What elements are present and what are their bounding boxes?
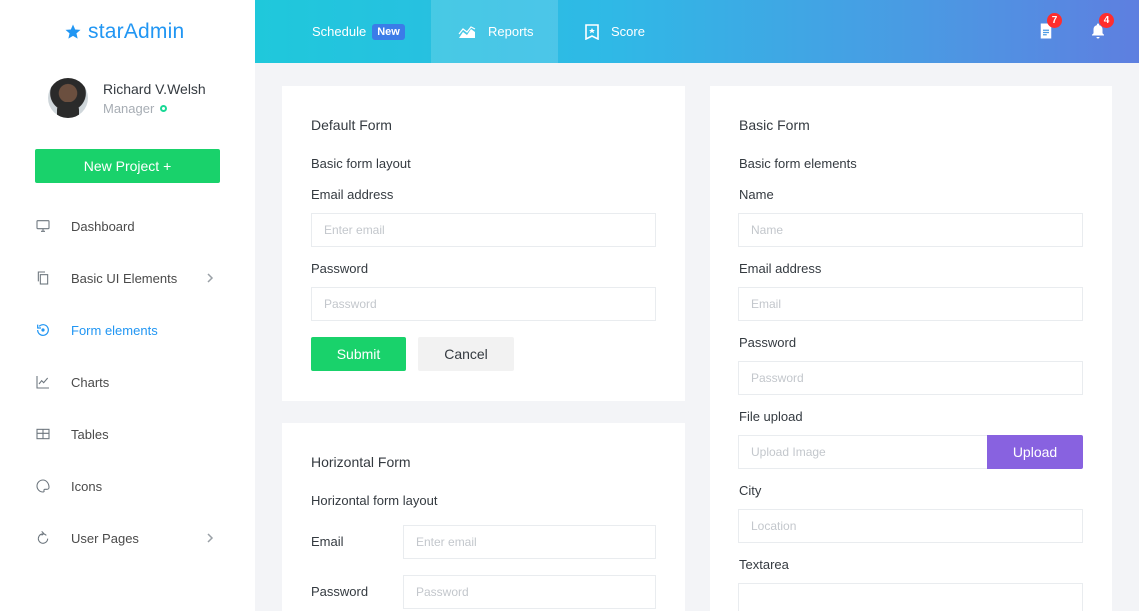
card-title: Horizontal Form [311,454,411,470]
sidebar-item-label: Basic UI Elements [71,270,178,286]
refresh-icon [35,530,51,546]
tab-reports[interactable]: Reports [431,0,558,63]
sidebar-item-label: Icons [71,478,103,494]
tab-label: Score [611,24,645,39]
sidebar-item-icons[interactable]: Icons [0,460,255,512]
email-label: Email address [311,187,394,202]
sidebar-item-form-elements[interactable]: Form elements [0,304,255,356]
sidebar-item-tables[interactable]: Tables [0,408,255,460]
palette-icon [35,478,51,494]
table-icon [35,426,51,442]
bookmark-icon [585,23,599,40]
sidebar-item-label: User Pages [71,530,139,546]
notifications-count-badge: 4 [1099,13,1114,28]
profile-name: Richard V.Welsh [103,80,206,97]
brand-logo[interactable]: starAdmin [64,20,184,44]
password-input[interactable] [738,361,1083,395]
sidebar-item-basic-ui[interactable]: Basic UI Elements [0,252,255,304]
tab-label: Reports [488,24,534,39]
tab-label: Schedule [312,24,367,39]
card-description: Basic form layout [311,156,411,171]
textarea-input[interactable] [738,583,1083,611]
card-title: Basic Form [739,117,810,133]
password-label: Password [739,335,797,350]
user-profile[interactable]: Richard V.Welsh Manager [48,78,206,118]
sidebar-nav: Dashboard Basic UI Elements Form element… [0,200,255,564]
name-input[interactable] [738,213,1083,247]
tab-schedule[interactable]: Schedule New [255,0,431,63]
email-input[interactable] [311,213,656,247]
messages-count-badge: 7 [1047,13,1062,28]
chevron-right-icon [207,533,214,543]
copy-icon [35,270,51,286]
file-upload-input[interactable] [738,435,988,469]
online-status-icon [160,104,168,112]
card-title: Default Form [311,117,392,133]
city-input[interactable] [738,509,1083,543]
notifications-button[interactable]: 4 [1089,13,1114,40]
messages-button[interactable]: 7 [1037,13,1062,40]
restore-icon [35,322,51,338]
cancel-button[interactable]: Cancel [418,337,514,371]
chart-area-icon [458,25,476,38]
city-label: City [739,483,762,498]
file-upload-label: File upload [739,409,803,424]
email-input[interactable] [403,525,656,559]
profile-role: Manager [103,101,206,116]
brand-name: starAdmin [88,20,185,43]
sidebar-item-label: Form elements [71,322,158,338]
default-form-card: Default Form Basic form layout Email add… [282,86,685,401]
email-input[interactable] [738,287,1083,321]
name-label: Name [739,187,774,202]
password-label: Password [311,584,369,599]
chart-line-icon [35,374,51,390]
basic-form-card: Basic Form Basic form elements Name Emai… [710,86,1112,611]
new-badge: New [372,23,405,40]
sidebar-item-charts[interactable]: Charts [0,356,255,408]
sidebar-item-label: Tables [71,426,109,442]
sidebar-item-label: Dashboard [71,218,135,234]
avatar [48,78,88,118]
monitor-icon [35,218,51,234]
sidebar: starAdmin Richard V.Welsh Manager New Pr… [0,0,255,611]
new-project-button[interactable]: New Project + [35,149,220,183]
chevron-right-icon [207,273,214,283]
star-icon [65,24,81,39]
card-description: Basic form elements [739,156,857,171]
upload-button[interactable]: Upload [987,435,1083,469]
sidebar-item-dashboard[interactable]: Dashboard [0,200,255,252]
card-description: Horizontal form layout [311,493,438,508]
submit-button[interactable]: Submit [311,337,406,371]
email-label: Email [311,534,344,549]
password-label: Password [311,261,369,276]
textarea-label: Textarea [739,557,789,572]
horizontal-form-card: Horizontal Form Horizontal form layout E… [282,423,685,611]
sidebar-item-label: Charts [71,374,110,390]
email-label: Email address [739,261,822,276]
top-navbar: Schedule New Reports Score 7 4 [255,0,1139,63]
sidebar-item-user-pages[interactable]: User Pages [0,512,255,564]
password-input[interactable] [311,287,656,321]
tab-score[interactable]: Score [558,0,678,63]
password-input[interactable] [403,575,656,609]
